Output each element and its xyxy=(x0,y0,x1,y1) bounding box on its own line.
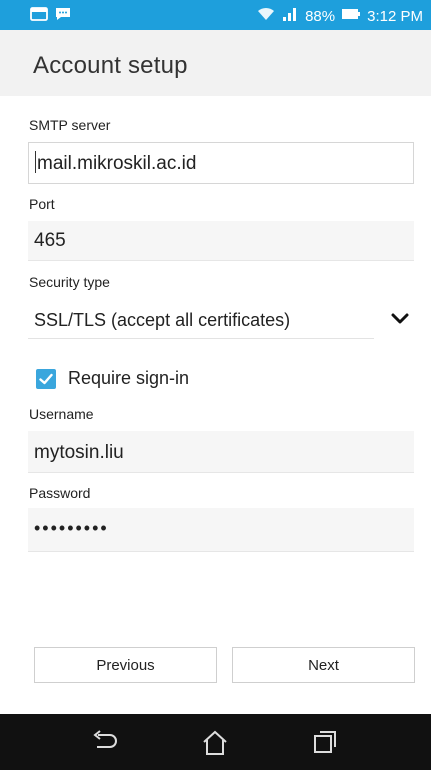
status-bar: 88% 3:12 PM xyxy=(0,0,431,30)
port-value: 465 xyxy=(34,230,66,251)
previous-button[interactable]: Previous xyxy=(34,647,217,683)
security-type-select[interactable]: SSL/TLS (accept all certificates) xyxy=(28,304,414,340)
signal-icon xyxy=(281,6,299,26)
require-signin-checkbox[interactable] xyxy=(36,369,56,389)
smtp-server-input[interactable]: mail.mikroskil.ac.id xyxy=(28,142,414,184)
security-type-value: SSL/TLS (accept all certificates) xyxy=(34,310,291,330)
select-underline xyxy=(28,338,374,339)
home-icon[interactable] xyxy=(201,730,229,761)
app-header: Account setup xyxy=(0,30,431,96)
chevron-down-icon[interactable] xyxy=(390,312,410,331)
port-input[interactable]: 465 xyxy=(28,221,414,261)
page-title: Account setup xyxy=(33,52,188,79)
back-icon[interactable] xyxy=(90,730,120,759)
next-button[interactable]: Next xyxy=(232,647,415,683)
checkmark-icon xyxy=(39,373,53,385)
notification-app-icon xyxy=(30,6,48,27)
battery-icon xyxy=(341,7,361,25)
clock: 3:12 PM xyxy=(367,7,423,25)
recents-icon[interactable] xyxy=(312,730,338,759)
username-label: Username xyxy=(29,406,94,422)
navigation-bar xyxy=(0,714,431,770)
password-input[interactable]: ••••••••• xyxy=(28,508,414,552)
password-value: ••••••••• xyxy=(34,518,109,538)
chat-message-icon xyxy=(54,6,72,27)
password-label: Password xyxy=(29,485,91,501)
smtp-server-value: mail.mikroskil.ac.id xyxy=(37,153,197,174)
require-signin-label[interactable]: Require sign-in xyxy=(68,368,189,389)
wifi-icon xyxy=(257,6,275,26)
text-caret xyxy=(35,151,36,173)
port-label: Port xyxy=(29,196,55,212)
battery-percent: 88% xyxy=(305,7,336,25)
security-type-label: Security type xyxy=(29,274,110,290)
smtp-server-label: SMTP server xyxy=(29,117,111,133)
username-input[interactable]: mytosin.liu xyxy=(28,431,414,473)
username-value: mytosin.liu xyxy=(34,442,124,463)
